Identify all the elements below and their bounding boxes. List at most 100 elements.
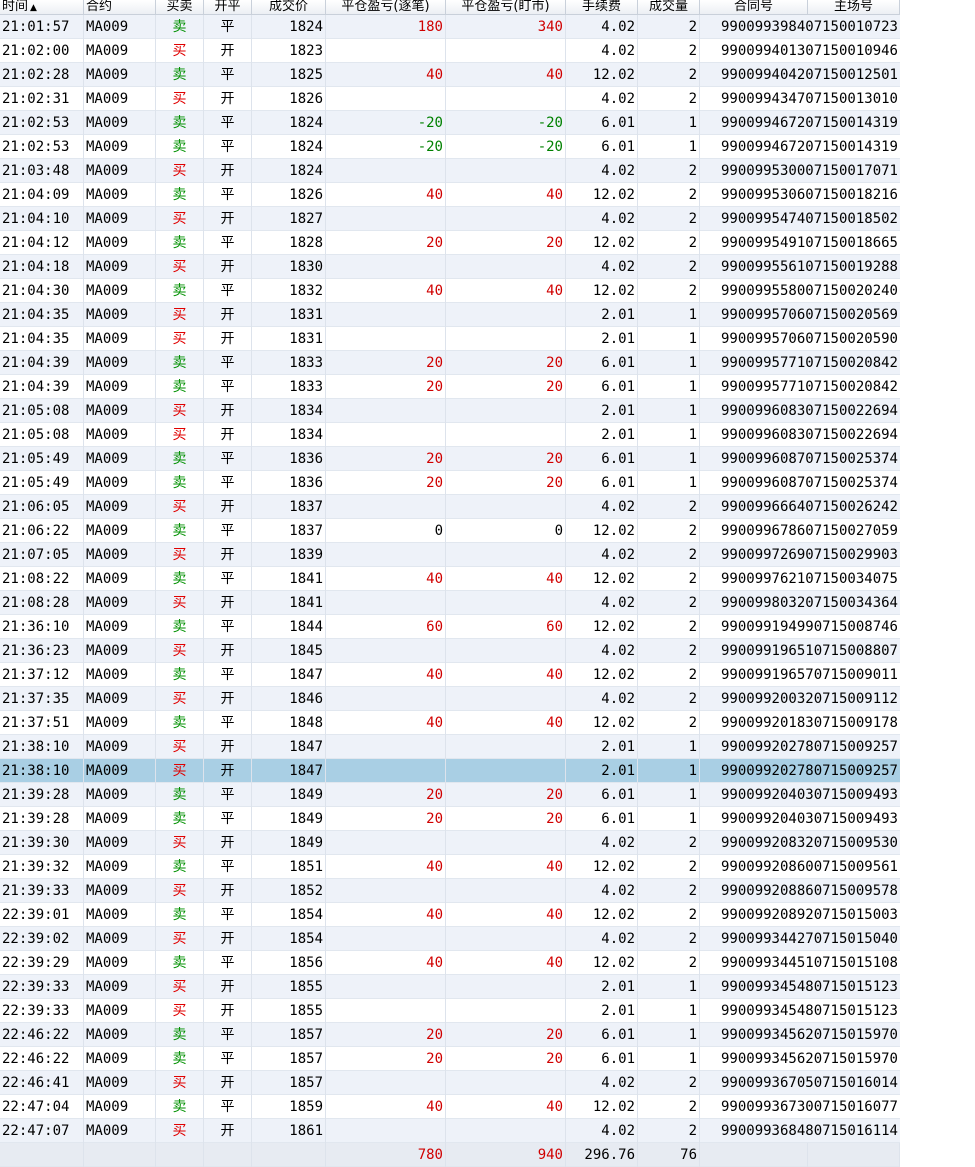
- column-header-price[interactable]: 成交价: [252, 0, 326, 14]
- table-row[interactable]: 22:47:07 MA009 买开 1861 4.02 2 9900993684807150…: [0, 1118, 900, 1143]
- cell-fee: 4.02: [566, 254, 638, 279]
- table-row[interactable]: 21:36:23 MA009 买开 1845 4.02 2 9900991965107150…: [0, 638, 900, 663]
- table-row[interactable]: 21:04:09 MA009 卖平 1826 40 40 12.02 2 99009953060…: [0, 182, 900, 207]
- table-row[interactable]: 21:04:30 MA009 卖平 1832 40 40 12.02 2 99009955800…: [0, 278, 900, 303]
- table-row[interactable]: 21:04:10 MA009 买开 1827 4.02 2 9900995474071500…: [0, 206, 900, 231]
- column-header-qty[interactable]: 成交量: [638, 0, 700, 14]
- table-row[interactable]: 21:04:35 MA009 买开 1831 2.01 1 9900995706071500…: [0, 302, 900, 327]
- cell-time: 21:04:35: [0, 326, 84, 351]
- cell-open-close: 开: [204, 974, 252, 999]
- cell-pnl-mark: [446, 38, 566, 63]
- table-row[interactable]: 21:04:18 MA009 买开 1830 4.02 2 9900995561071500…: [0, 254, 900, 279]
- table-row[interactable]: 21:04:12 MA009 卖平 1828 20 20 12.02 2 99009954910…: [0, 230, 900, 255]
- cell-open-close: 平: [204, 902, 252, 927]
- table-row[interactable]: 21:39:28 MA009 卖平 1849 20 20 6.01 1 990099204030…: [0, 806, 900, 831]
- cell-contract-no: 990099202780715009257: [720, 738, 898, 755]
- cell-price: 1841: [252, 566, 326, 591]
- totals-row: 780 940 296.76 76: [0, 1142, 900, 1167]
- cell-open-close: 开: [204, 590, 252, 615]
- cell-qty: 2: [638, 686, 700, 711]
- cell-pnl-trade: 40: [326, 854, 446, 879]
- cell-contract-no: 990099558007150020240: [720, 282, 898, 299]
- table-row[interactable]: 22:39:33 MA009 买开 1855 2.01 1 9900993454807150…: [0, 974, 900, 999]
- cell-pnl-trade: 20: [326, 470, 446, 495]
- cell-price: 1834: [252, 422, 326, 447]
- table-row[interactable]: 21:39:33 MA009 买开 1852 4.02 2 9900992088607150…: [0, 878, 900, 903]
- cell-qty: 2: [638, 542, 700, 567]
- cell-instrument: MA009: [84, 230, 156, 255]
- table-row[interactable]: 21:39:30 MA009 买开 1849 4.02 2 9900992083207150…: [0, 830, 900, 855]
- column-header-main-no[interactable]: 主场号: [808, 0, 900, 14]
- cell-instrument: MA009: [84, 566, 156, 591]
- table-row[interactable]: 21:37:12 MA009 卖平 1847 40 40 12.02 2 99009919657…: [0, 662, 900, 687]
- table-row[interactable]: 21:05:49 MA009 卖平 1836 20 20 6.01 1 990099608707…: [0, 446, 900, 471]
- table-row[interactable]: 21:08:28 MA009 买开 1841 4.02 2 9900998032071500…: [0, 590, 900, 615]
- table-row[interactable]: 21:38:10 MA009 买开 1847 2.01 1 9900992027807150…: [0, 758, 900, 783]
- table-row[interactable]: 22:39:29 MA009 卖平 1856 40 40 12.02 2 99009934451…: [0, 950, 900, 975]
- table-row[interactable]: 21:04:39 MA009 卖平 1833 20 20 6.01 1 990099577107…: [0, 350, 900, 375]
- cell-contract-no: 990099208920715015003: [720, 906, 898, 923]
- cell-side: 卖: [156, 446, 204, 471]
- cell-qty: 2: [638, 1070, 700, 1095]
- cell-fee: 12.02: [566, 710, 638, 735]
- column-header-open-close[interactable]: 开平: [204, 0, 252, 14]
- table-row[interactable]: 21:05:49 MA009 卖平 1836 20 20 6.01 1 990099608707…: [0, 470, 900, 495]
- table-row[interactable]: 22:39:02 MA009 买开 1854 4.02 2 9900993442707150…: [0, 926, 900, 951]
- table-row[interactable]: 21:06:22 MA009 卖平 1837 0 0 12.02 2 9900996786071…: [0, 518, 900, 543]
- cell-price: 1855: [252, 974, 326, 999]
- table-row[interactable]: 21:01:57 MA009 卖平 1824 180 340 4.02 2 9900993984…: [0, 14, 900, 39]
- table-row[interactable]: 22:39:01 MA009 卖平 1854 40 40 12.02 2 99009920892…: [0, 902, 900, 927]
- cell-qty: 2: [638, 1118, 700, 1143]
- column-header-pnl-trade[interactable]: 平仓盈亏(逐笔): [326, 0, 446, 14]
- column-header-pnl-mark[interactable]: 平仓盈亏(盯市): [446, 0, 566, 14]
- table-row[interactable]: 21:07:05 MA009 买开 1839 4.02 2 9900997269071500…: [0, 542, 900, 567]
- table-row[interactable]: 21:04:39 MA009 卖平 1833 20 20 6.01 1 990099577107…: [0, 374, 900, 399]
- table-row[interactable]: 22:47:04 MA009 卖平 1859 40 40 12.02 2 99009936730…: [0, 1094, 900, 1119]
- cell-time: 22:39:33: [0, 974, 84, 999]
- table-row[interactable]: 21:08:22 MA009 卖平 1841 40 40 12.02 2 99009976210…: [0, 566, 900, 591]
- table-row[interactable]: 21:38:10 MA009 买开 1847 2.01 1 9900992027807150…: [0, 734, 900, 759]
- cell-time: 21:39:32: [0, 854, 84, 879]
- table-row[interactable]: 21:37:35 MA009 买开 1846 4.02 2 9900992003207150…: [0, 686, 900, 711]
- column-header-contract-no[interactable]: 合同号: [700, 0, 808, 14]
- cell-pnl-mark: [446, 974, 566, 999]
- table-row[interactable]: 21:05:08 MA009 买开 1834 2.01 1 9900996083071500…: [0, 422, 900, 447]
- cell-side: 买: [156, 686, 204, 711]
- cell-side: 买: [156, 494, 204, 519]
- table-row[interactable]: 21:02:31 MA009 买开 1826 4.02 2 9900994347071500…: [0, 86, 900, 111]
- column-header-side[interactable]: 买卖: [156, 0, 204, 14]
- table-row[interactable]: 22:46:22 MA009 卖平 1857 20 20 6.01 1 990099345620…: [0, 1046, 900, 1071]
- trade-records-grid[interactable]: 时间 ▲ 合约 买卖 开平 成交价 平仓盈亏(逐笔) 平仓盈亏(盯市) 手续费 成…: [0, 0, 900, 1167]
- column-header-time[interactable]: 时间 ▲: [0, 0, 84, 14]
- table-row[interactable]: 21:02:28 MA009 卖平 1825 40 40 12.02 2 99009940420…: [0, 62, 900, 87]
- total-pnl-trade: 780: [326, 1142, 446, 1167]
- cell-time: 21:04:18: [0, 254, 84, 279]
- column-header-instrument[interactable]: 合约: [84, 0, 156, 14]
- table-row[interactable]: 21:03:48 MA009 买开 1824 4.02 2 9900995300071500…: [0, 158, 900, 183]
- column-header-fee[interactable]: 手续费: [566, 0, 638, 14]
- cell-pnl-mark: 20: [446, 1022, 566, 1047]
- table-row[interactable]: 21:02:53 MA009 卖平 1824 -20 -20 6.01 1 9900994672…: [0, 134, 900, 159]
- cell-price: 1824: [252, 158, 326, 183]
- cell-pnl-trade: [326, 590, 446, 615]
- table-row[interactable]: 21:04:35 MA009 买开 1831 2.01 1 9900995706071500…: [0, 326, 900, 351]
- cell-pnl-trade: [326, 998, 446, 1023]
- cell-qty: 1: [638, 974, 700, 999]
- sort-ascending-icon[interactable]: ▲: [30, 3, 37, 13]
- table-row[interactable]: 21:39:28 MA009 卖平 1849 20 20 6.01 1 990099204030…: [0, 782, 900, 807]
- table-row[interactable]: 21:06:05 MA009 买开 1837 4.02 2 9900996664071500…: [0, 494, 900, 519]
- table-row[interactable]: 22:46:22 MA009 卖平 1857 20 20 6.01 1 990099345620…: [0, 1022, 900, 1047]
- table-row[interactable]: 21:02:53 MA009 卖平 1824 -20 -20 6.01 1 9900994672…: [0, 110, 900, 135]
- table-row[interactable]: 21:39:32 MA009 卖平 1851 40 40 12.02 2 99009920860…: [0, 854, 900, 879]
- table-row[interactable]: 21:36:10 MA009 卖平 1844 60 60 12.02 2 99009919499…: [0, 614, 900, 639]
- cell-time: 21:05:08: [0, 422, 84, 447]
- table-row[interactable]: 21:05:08 MA009 买开 1834 2.01 1 9900996083071500…: [0, 398, 900, 423]
- table-row[interactable]: 21:02:00 MA009 买开 1823 4.02 2 9900994013071500…: [0, 38, 900, 63]
- table-row[interactable]: 21:37:51 MA009 卖平 1848 40 40 12.02 2 99009920183…: [0, 710, 900, 735]
- cell-pnl-mark: [446, 542, 566, 567]
- cell-pnl-mark: 40: [446, 710, 566, 735]
- cell-pnl-mark: [446, 206, 566, 231]
- table-row[interactable]: 22:46:41 MA009 买开 1857 4.02 2 9900993670507150…: [0, 1070, 900, 1095]
- cell-pnl-trade: [326, 542, 446, 567]
- table-row[interactable]: 22:39:33 MA009 买开 1855 2.01 1 9900993454807150…: [0, 998, 900, 1023]
